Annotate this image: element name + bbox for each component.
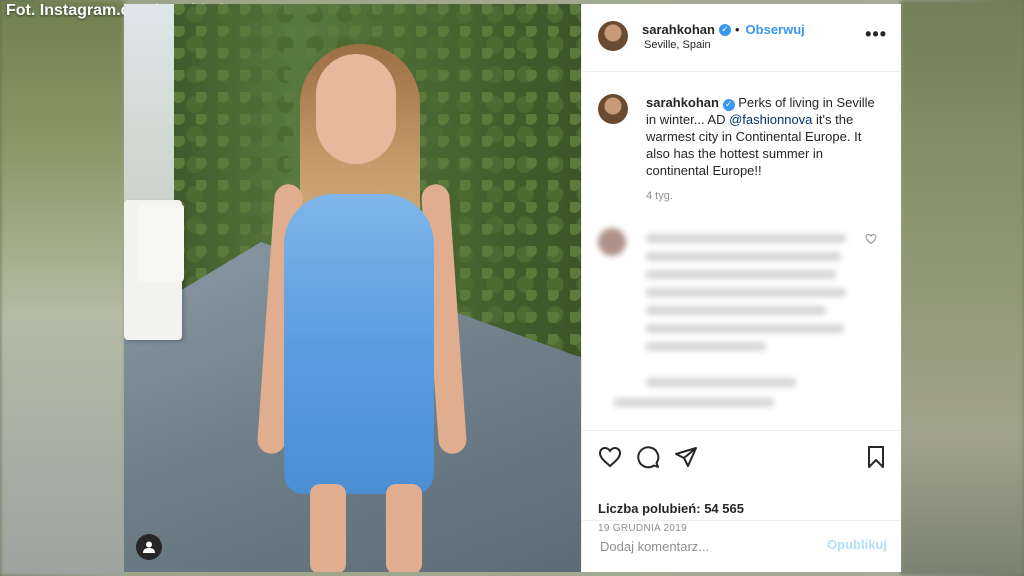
comment-line	[646, 306, 826, 315]
post-comment-button[interactable]: Opublikuj	[827, 537, 887, 552]
post-photo[interactable]	[124, 4, 581, 572]
caption-text: sarahkohan ✓ Perks of living in Seville …	[646, 94, 886, 179]
more-options-icon[interactable]: •••	[865, 24, 887, 45]
comment-line	[646, 270, 836, 279]
person-face	[316, 54, 396, 164]
comment-meta-line	[646, 378, 796, 387]
share-icon[interactable]	[674, 445, 698, 469]
bookmark-icon[interactable]	[864, 445, 888, 469]
blue-dress	[284, 194, 434, 494]
caption-username[interactable]: sarahkohan	[646, 95, 719, 110]
blurred-comment	[598, 228, 888, 418]
comment-line	[646, 324, 844, 333]
likes-label: Liczba polubień:	[598, 501, 701, 516]
comment-icon[interactable]	[636, 445, 660, 469]
follow-button[interactable]: Obserwuj	[746, 22, 805, 37]
background-blur-left	[0, 0, 124, 576]
add-comment-bar: Opublikuj	[582, 520, 901, 573]
comment-like-icon[interactable]	[865, 233, 877, 248]
background-blur-right	[900, 0, 1024, 576]
comment-line	[646, 234, 846, 243]
likes-number: 54 565	[704, 501, 744, 516]
post-header: sarahkohan ✓ • Obserwuj Seville, Spain •…	[582, 4, 901, 72]
heart-icon[interactable]	[598, 445, 622, 469]
comment-line	[646, 342, 766, 351]
comment-line	[646, 252, 841, 261]
time-ago: 4 tyg.	[646, 190, 673, 202]
sun-lounger-back	[138, 204, 184, 282]
post-side-panel: sarahkohan ✓ • Obserwuj Seville, Spain •…	[581, 4, 901, 572]
comment-avatar	[598, 228, 626, 256]
comment-line	[646, 288, 846, 297]
username-link[interactable]: sarahkohan	[642, 22, 715, 37]
likes-count[interactable]: Liczba polubień: 54 565	[598, 501, 744, 516]
person-leg	[310, 484, 346, 572]
location-link[interactable]: Seville, Spain	[644, 39, 711, 51]
mention-link[interactable]: @fashionnova	[729, 112, 812, 127]
verified-badge-icon: ✓	[718, 23, 731, 36]
avatar[interactable]	[598, 21, 628, 51]
verified-badge-icon: ✓	[722, 98, 735, 111]
person-leg	[386, 484, 422, 572]
comment-input[interactable]	[598, 533, 822, 559]
avatar[interactable]	[598, 94, 628, 124]
tagged-user-icon[interactable]	[136, 534, 162, 560]
view-replies-line	[614, 398, 774, 407]
separator-dot: •	[734, 22, 740, 37]
